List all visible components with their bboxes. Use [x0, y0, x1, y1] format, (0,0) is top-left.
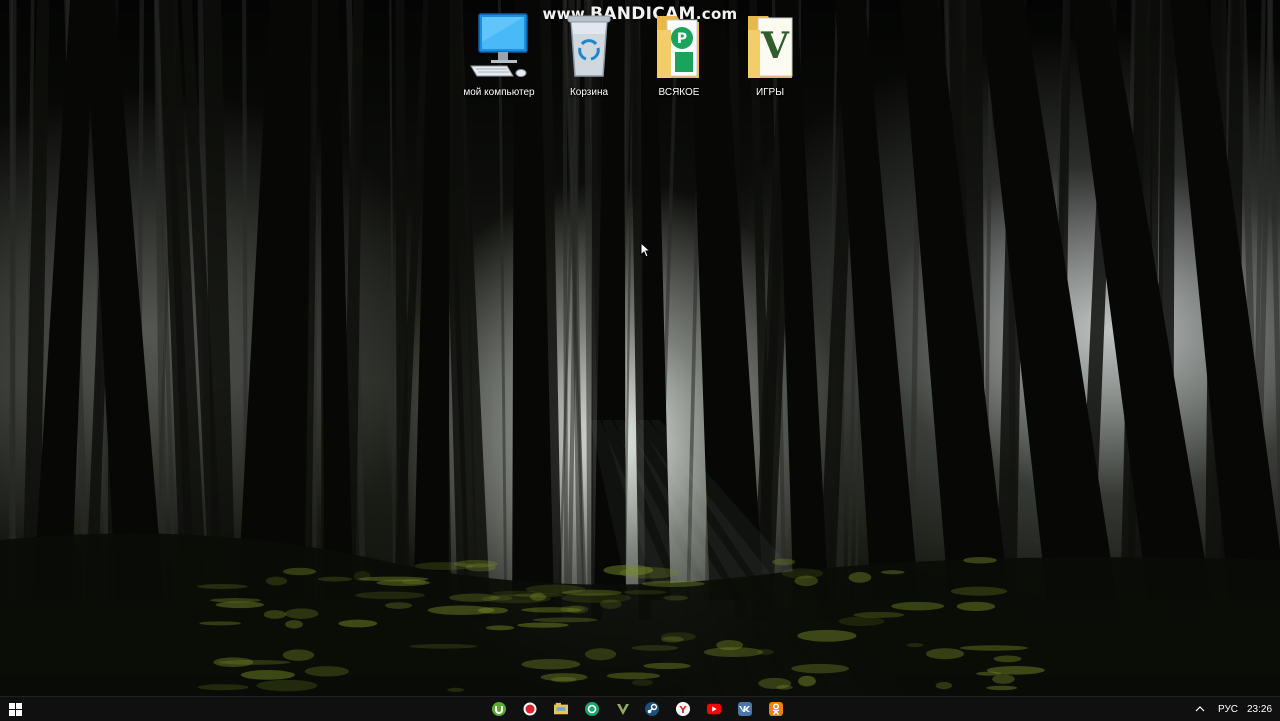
chevron-up-icon: [1195, 706, 1205, 712]
kaspersky-icon: [585, 702, 599, 716]
yandex-browser-icon: Y: [676, 702, 690, 716]
desktop-icon-folder-igry[interactable]: V ИГРЫ: [728, 10, 812, 102]
utorrent-icon: [492, 702, 506, 716]
input-language-indicator[interactable]: РУС: [1218, 697, 1238, 721]
svg-text:P: P: [677, 31, 687, 47]
taskbar-app-odnoklassniki[interactable]: [765, 699, 787, 719]
desktop-icon-recycle-bin[interactable]: Корзина: [547, 10, 631, 102]
forest-wallpaper-image: [0, 0, 1280, 696]
bandicam-icon: [523, 702, 537, 716]
tray-overflow-button[interactable]: [1194, 697, 1206, 721]
desktop-icon-label: ИГРЫ: [755, 87, 785, 98]
folder-icon: P: [647, 10, 711, 80]
desktop-icon-label: ВСЯКОЕ: [658, 87, 700, 98]
taskbar-app-bandicam[interactable]: [519, 699, 541, 719]
odnoklassniki-icon: [769, 702, 783, 716]
taskbar-app-gta-v[interactable]: [612, 699, 634, 719]
computer-icon: [467, 10, 531, 80]
taskbar-clock[interactable]: 23:26: [1247, 697, 1272, 721]
explorer-icon: [554, 702, 568, 716]
desktop-icon-label: Корзина: [569, 87, 609, 98]
taskbar-app-kaspersky[interactable]: [581, 699, 603, 719]
recycle-bin-icon: [557, 10, 621, 80]
vk-icon: [738, 702, 752, 716]
steam-icon: [645, 702, 659, 716]
mouse-cursor-icon: [640, 242, 650, 258]
desktop-icon-folder-vsyakoe[interactable]: P ВСЯКОЕ: [637, 10, 721, 102]
youtube-icon: [707, 702, 721, 716]
desktop-wallpaper: [0, 0, 1280, 696]
taskbar-app-yandex-browser[interactable]: Y: [672, 699, 694, 719]
folder-icon: V: [738, 10, 802, 80]
desktop-icon-my-computer[interactable]: мой компьютер: [457, 10, 541, 102]
taskbar-app-explorer[interactable]: [550, 699, 572, 719]
taskbar-app-steam[interactable]: [641, 699, 663, 719]
taskbar-app-utorrent[interactable]: [488, 699, 510, 719]
svg-text:Y: Y: [678, 705, 687, 716]
windows-icon: [8, 702, 22, 716]
svg-text:V: V: [760, 25, 790, 67]
taskbar-app-vk[interactable]: [734, 699, 756, 719]
taskbar: Y РУС 23:26: [0, 696, 1280, 721]
desktop-icon-label: мой компьютер: [463, 87, 535, 98]
start-button[interactable]: [0, 697, 30, 721]
taskbar-app-youtube[interactable]: [703, 699, 725, 719]
gta-v-icon: [616, 702, 630, 716]
